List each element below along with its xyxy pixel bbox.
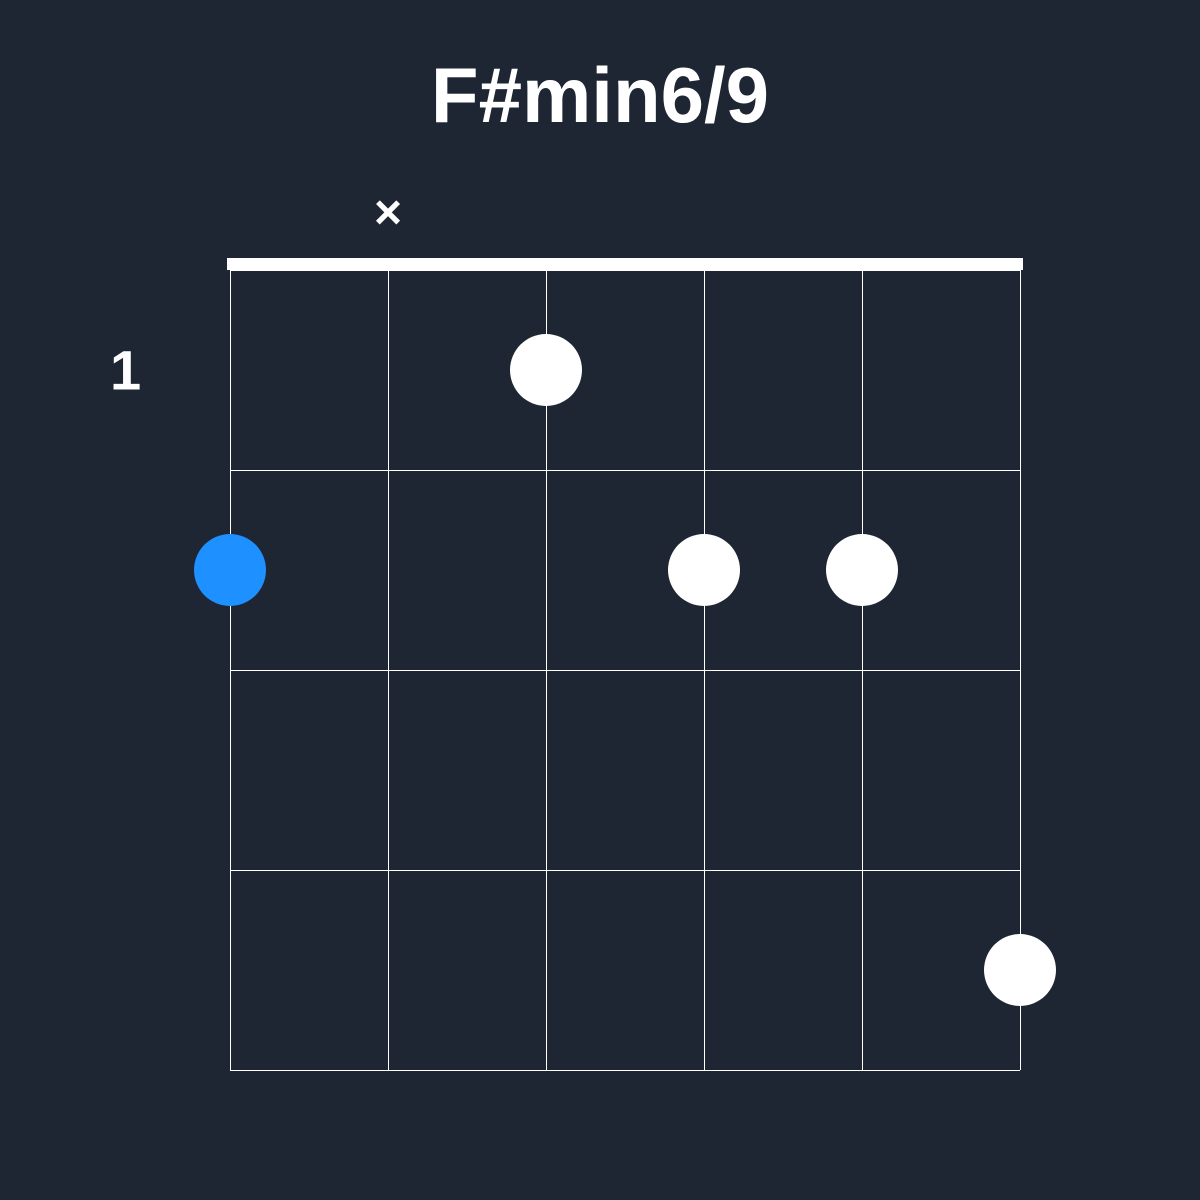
fret-line xyxy=(230,470,1020,471)
fret-line xyxy=(230,1070,1020,1071)
string-line xyxy=(230,270,231,1070)
fret-number-label: 1 xyxy=(110,338,141,403)
root-note-dot xyxy=(194,534,266,606)
fret-line xyxy=(230,270,1020,271)
finger-dot xyxy=(510,334,582,406)
chord-title: F#min6/9 xyxy=(0,50,1200,141)
nut xyxy=(227,258,1023,270)
fret-line xyxy=(230,670,1020,671)
finger-dot xyxy=(826,534,898,606)
mute-marker: × xyxy=(374,186,402,241)
finger-dot xyxy=(984,934,1056,1006)
string-line xyxy=(862,270,863,1070)
fret-line xyxy=(230,870,1020,871)
string-line xyxy=(704,270,705,1070)
finger-dot xyxy=(668,534,740,606)
string-line xyxy=(388,270,389,1070)
